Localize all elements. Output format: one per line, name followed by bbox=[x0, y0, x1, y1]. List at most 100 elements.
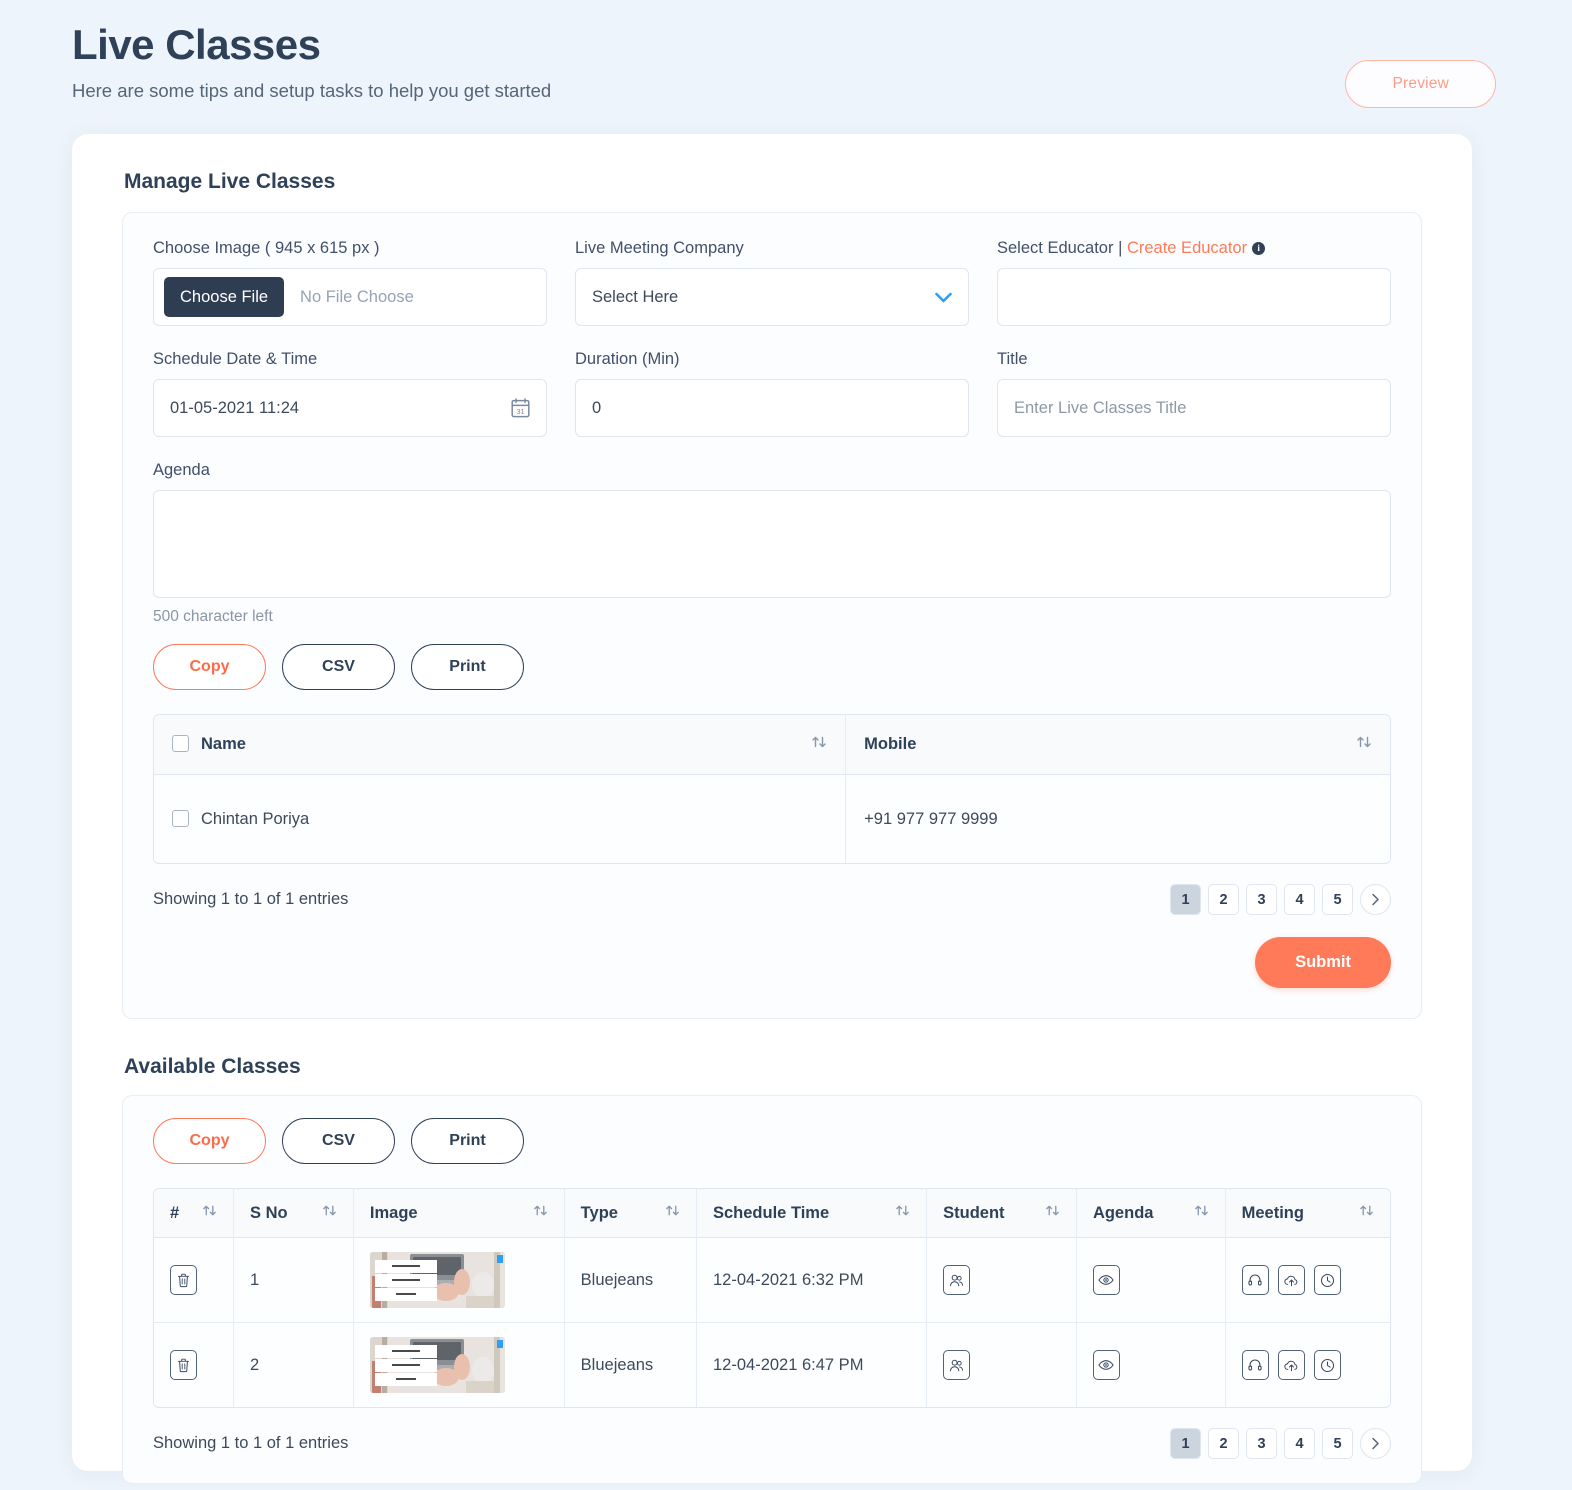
duration-value: 0 bbox=[592, 398, 602, 417]
column-header-type[interactable]: Type bbox=[564, 1189, 697, 1238]
sort-icon[interactable] bbox=[1194, 1203, 1209, 1223]
page-button-3[interactable]: 3 bbox=[1246, 884, 1277, 915]
create-educator-link[interactable]: Create Educator bbox=[1127, 239, 1247, 257]
column-header-mobile[interactable]: Mobile bbox=[846, 715, 1390, 775]
sort-icon[interactable] bbox=[895, 1203, 910, 1223]
sort-icon[interactable] bbox=[811, 734, 827, 755]
print-button[interactable]: Print bbox=[411, 1118, 524, 1164]
trash-icon[interactable] bbox=[170, 1350, 197, 1380]
eye-icon[interactable] bbox=[1092, 1350, 1120, 1380]
table-row: 1 Bluejeans 12-04-2021 6:32 PM bbox=[154, 1238, 1390, 1323]
sort-icon[interactable] bbox=[665, 1203, 680, 1223]
file-input[interactable]: Choose File No File Choose bbox=[153, 268, 547, 326]
copy-button[interactable]: Copy bbox=[153, 1118, 266, 1164]
column-header-schedule-time[interactable]: Schedule Time bbox=[697, 1189, 928, 1238]
page-button-4[interactable]: 4 bbox=[1284, 884, 1315, 915]
cell-image bbox=[353, 1238, 565, 1323]
table-header-row: Name Mobile bbox=[154, 715, 1390, 775]
page-button-1[interactable]: 1 bbox=[1170, 884, 1201, 915]
row-checkbox[interactable] bbox=[172, 809, 189, 827]
select-educator-input[interactable] bbox=[997, 268, 1391, 326]
clock-icon[interactable] bbox=[1313, 1350, 1341, 1380]
column-label-image: Image bbox=[369, 1203, 418, 1222]
manage-export-buttons: Copy CSV Print bbox=[153, 644, 1391, 690]
column-header-meeting[interactable]: Meeting bbox=[1225, 1189, 1390, 1238]
column-label-schedule-time: Schedule Time bbox=[713, 1203, 830, 1222]
cell-schedule-time: 12-04-2021 6:47 PM bbox=[697, 1323, 928, 1407]
students-table: Name Mobile Chintan Poriya +91 977 977 9… bbox=[153, 714, 1391, 864]
schedule-value: 01-05-2021 11:24 bbox=[170, 398, 300, 417]
calendar-icon[interactable]: 31 bbox=[511, 398, 530, 418]
table-row: 2 Bluejeans 12-04-2021 6:47 PM bbox=[154, 1323, 1390, 1407]
eye-icon[interactable] bbox=[1092, 1265, 1120, 1295]
submit-row: Submit bbox=[153, 937, 1391, 988]
headset-icon[interactable] bbox=[1241, 1265, 1269, 1295]
column-header-sno[interactable]: S No bbox=[234, 1189, 354, 1238]
column-label-name: Name bbox=[201, 735, 246, 753]
column-header-agenda[interactable]: Agenda bbox=[1076, 1189, 1226, 1238]
cell-name: Chintan Poriya bbox=[154, 775, 847, 863]
students-table-head: Name Mobile bbox=[154, 715, 1390, 775]
copy-button[interactable]: Copy bbox=[153, 644, 266, 690]
sort-icon[interactable] bbox=[202, 1203, 217, 1223]
available-classes-title: Available Classes bbox=[124, 1055, 301, 1078]
chevron-right-icon[interactable] bbox=[1360, 1428, 1391, 1459]
table-row: Chintan Poriya +91 977 977 9999 bbox=[154, 775, 1390, 863]
choose-image-field: Choose Image ( 945 x 615 px ) Choose Fil… bbox=[153, 239, 547, 326]
select-all-checkbox[interactable] bbox=[172, 735, 189, 752]
column-header-image[interactable]: Image bbox=[353, 1189, 565, 1238]
clock-icon[interactable] bbox=[1313, 1265, 1341, 1295]
pagination: 1 2 3 4 5 bbox=[1170, 1428, 1391, 1459]
title-input[interactable]: Enter Live Classes Title bbox=[997, 379, 1391, 437]
pagination: 1 2 3 4 5 bbox=[1170, 884, 1391, 915]
agenda-textarea[interactable] bbox=[153, 490, 1391, 598]
csv-button[interactable]: CSV bbox=[282, 644, 395, 690]
duration-field: Duration (Min) 0 bbox=[575, 350, 969, 437]
page-button-1[interactable]: 1 bbox=[1170, 1428, 1201, 1459]
submit-button[interactable]: Submit bbox=[1255, 937, 1391, 988]
cell-mobile: +91 977 977 9999 bbox=[846, 775, 1390, 863]
column-label-student: Student bbox=[943, 1203, 1005, 1222]
csv-button[interactable]: CSV bbox=[282, 1118, 395, 1164]
page-button-3[interactable]: 3 bbox=[1246, 1428, 1277, 1459]
schedule-input[interactable]: 01-05-2021 11:24 31 bbox=[153, 379, 547, 437]
sort-icon[interactable] bbox=[322, 1203, 337, 1223]
available-table-footer: Showing 1 to 1 of 1 entries 1 2 3 4 5 bbox=[153, 1428, 1391, 1459]
cloud-upload-icon[interactable] bbox=[1277, 1265, 1305, 1295]
sort-icon[interactable] bbox=[1356, 734, 1372, 755]
column-label-type: Type bbox=[580, 1203, 618, 1222]
cell-student bbox=[927, 1323, 1077, 1407]
meeting-company-select[interactable]: Select Here bbox=[575, 268, 969, 326]
column-header-student[interactable]: Student bbox=[927, 1189, 1077, 1238]
students-table-body: Chintan Poriya +91 977 977 9999 bbox=[154, 775, 1390, 863]
choose-file-button[interactable]: Choose File bbox=[164, 277, 285, 317]
column-header-hash[interactable]: # bbox=[154, 1189, 234, 1238]
table-header-row: # S No Image Type Schedule Time Student … bbox=[154, 1189, 1390, 1238]
info-icon[interactable]: i bbox=[1252, 241, 1266, 255]
available-classes-panel: Copy CSV Print # S No Image Type Schedul… bbox=[122, 1095, 1422, 1484]
column-header-name[interactable]: Name bbox=[154, 715, 847, 775]
sort-icon[interactable] bbox=[533, 1203, 548, 1223]
page-button-2[interactable]: 2 bbox=[1208, 884, 1239, 915]
headset-icon[interactable] bbox=[1241, 1350, 1269, 1380]
cell-type: Bluejeans bbox=[564, 1238, 697, 1323]
meeting-company-value: Select Here bbox=[592, 287, 679, 306]
page-button-5[interactable]: 5 bbox=[1322, 1428, 1353, 1459]
chevron-right-icon[interactable] bbox=[1360, 884, 1391, 915]
page-button-4[interactable]: 4 bbox=[1284, 1428, 1315, 1459]
column-label-agenda: Agenda bbox=[1092, 1203, 1154, 1222]
page-button-5[interactable]: 5 bbox=[1322, 884, 1353, 915]
duration-input[interactable]: 0 bbox=[575, 379, 969, 437]
users-icon[interactable] bbox=[943, 1265, 971, 1295]
users-icon[interactable] bbox=[943, 1350, 971, 1380]
select-educator-label: Select Educator | Create Educator i bbox=[997, 239, 1391, 258]
class-thumbnail bbox=[369, 1337, 505, 1393]
sort-icon[interactable] bbox=[1359, 1203, 1374, 1223]
cloud-upload-icon[interactable] bbox=[1277, 1350, 1305, 1380]
agenda-field: Agenda 500 character left bbox=[153, 461, 1391, 626]
preview-button[interactable]: Preview bbox=[1345, 60, 1496, 108]
page-button-2[interactable]: 2 bbox=[1208, 1428, 1239, 1459]
trash-icon[interactable] bbox=[170, 1265, 197, 1295]
sort-icon[interactable] bbox=[1045, 1203, 1060, 1223]
print-button[interactable]: Print bbox=[411, 644, 524, 690]
